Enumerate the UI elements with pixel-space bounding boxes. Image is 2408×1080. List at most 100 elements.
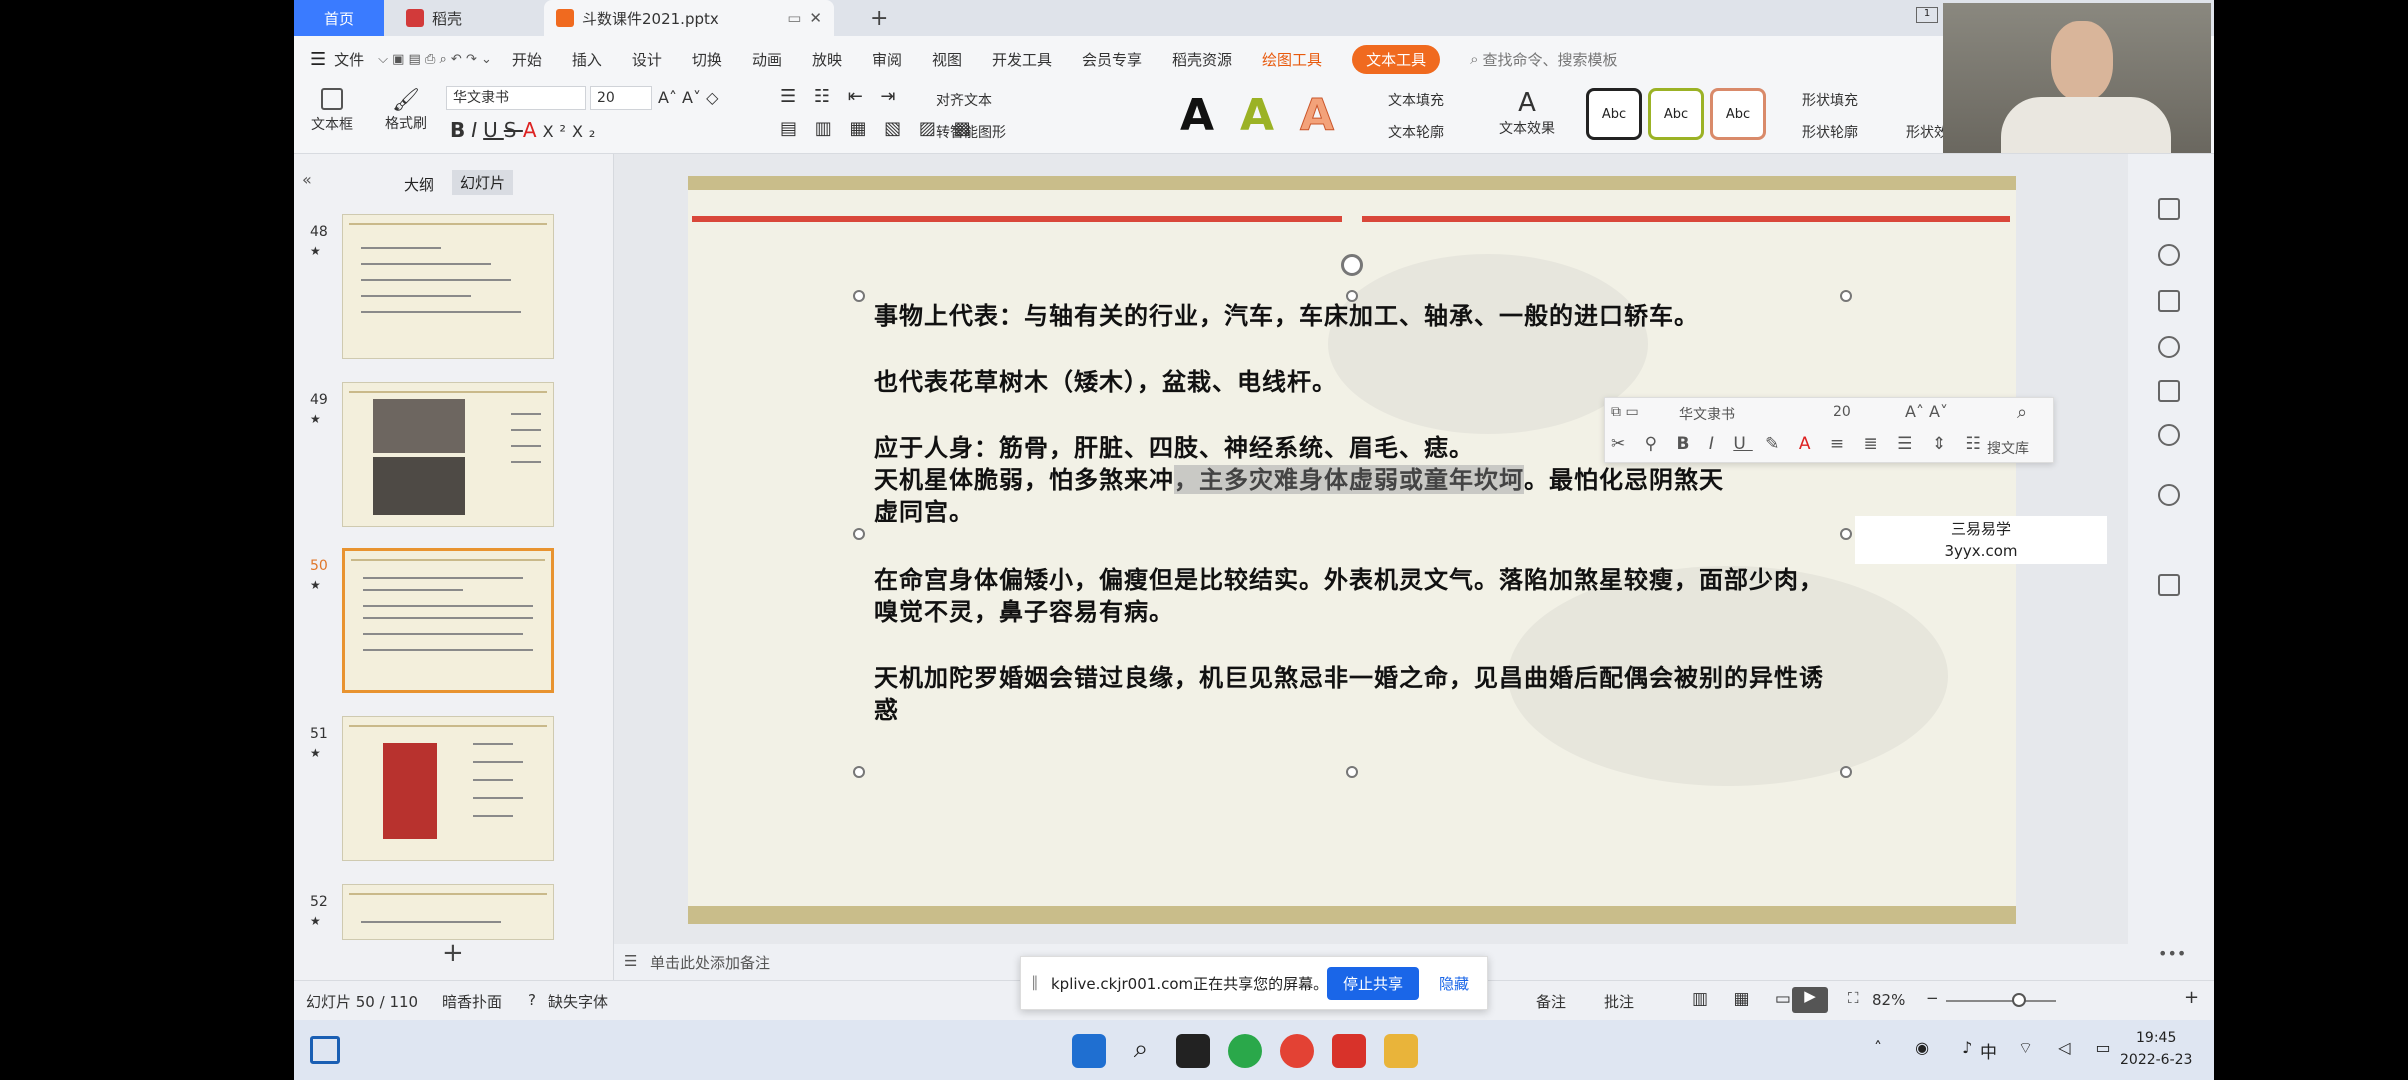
wechat-icon[interactable] xyxy=(1228,1034,1262,1068)
superscript-button[interactable]: X² xyxy=(543,122,572,141)
menu-developer[interactable]: 开发工具 xyxy=(992,49,1052,70)
properties-icon[interactable] xyxy=(2158,198,2180,220)
fit-window-icon[interactable]: ⛶ xyxy=(1848,989,1859,1007)
notes-placeholder[interactable]: 单击此处添加备注 xyxy=(650,952,770,973)
shape-style-2[interactable]: Abc xyxy=(1648,88,1704,140)
menu-start[interactable]: 开始 xyxy=(512,49,542,70)
ime-indicator[interactable]: 中 xyxy=(1980,1038,1997,1063)
missing-font-icon[interactable]: ? xyxy=(528,991,536,1009)
slide-text-line[interactable]: 也代表花草树木（矮木），盆栽、电线杆。 xyxy=(874,366,1834,398)
hamburger-icon[interactable]: ☰ xyxy=(310,49,326,70)
resize-handle[interactable] xyxy=(1840,766,1852,778)
slide-thumbnail[interactable] xyxy=(342,382,554,527)
textbox-button[interactable]: 文本框 xyxy=(304,88,360,134)
slide-text-paragraph[interactable]: 在命宫身体偏矮小，偏瘦但是比较结实。外表机灵文气。落陷加煞星较瘦，面部少肉，嗅觉… xyxy=(874,564,1834,628)
new-tab-button[interactable]: + xyxy=(858,0,900,36)
font-select[interactable]: 华文隶书 xyxy=(446,86,586,110)
mini-size-select[interactable]: 20 xyxy=(1833,404,1893,420)
magic-icon[interactable] xyxy=(2158,244,2180,266)
location-icon[interactable] xyxy=(2158,424,2180,446)
tab-home[interactable]: 首页 xyxy=(294,0,384,36)
shape-style-1[interactable]: Abc xyxy=(1586,88,1642,140)
menu-daoke-resources[interactable]: 稻壳资源 xyxy=(1172,49,1232,70)
italic-button[interactable]: I xyxy=(471,118,483,142)
rotate-handle-icon[interactable] xyxy=(1341,254,1363,276)
play-slideshow-icon[interactable]: ▶ xyxy=(1792,987,1828,1013)
mini-format-buttons[interactable]: ✂ ⚲ B I U ✎ A ≡ ≣ ☰ ⇕ ☷ xyxy=(1611,434,1988,454)
help-icon[interactable] xyxy=(2158,336,2180,358)
tools-icon[interactable] xyxy=(2158,484,2180,506)
tab-slides[interactable]: 幻灯片 xyxy=(452,170,514,195)
menu-member[interactable]: 会员专享 xyxy=(1082,49,1142,70)
list-buttons[interactable]: ☰ ☷ ⇤ ⇥ xyxy=(780,86,902,107)
file-explorer-icon[interactable] xyxy=(1384,1034,1418,1068)
hide-share-button[interactable]: 隐藏 xyxy=(1439,973,1469,994)
start-icon[interactable] xyxy=(1072,1034,1106,1068)
mini-font-select[interactable]: 华文隶书 xyxy=(1679,404,1819,424)
view-mode-icons[interactable]: ▥ ▦ ▭ xyxy=(1692,989,1801,1009)
stop-share-button[interactable]: 停止共享 xyxy=(1327,967,1420,1000)
slide-thumbnail[interactable] xyxy=(342,716,554,861)
tray-icons[interactable]: ˄ ◉ ♪ xyxy=(1874,1038,1986,1057)
menu-file[interactable]: 文件 xyxy=(334,49,364,70)
mini-search-library[interactable]: 搜文库 xyxy=(1987,438,2029,458)
drag-handle-icon[interactable]: ∥ xyxy=(1031,973,1039,991)
resize-handle[interactable] xyxy=(1840,528,1852,540)
comment-toggle[interactable]: 批注 xyxy=(1604,991,1634,1012)
wps-icon[interactable] xyxy=(1332,1034,1366,1068)
slide-text-paragraph[interactable]: 天机加陀罗婚姻会错过良缘，机巨见煞忌非一婚之命，见昌曲婚后配偶会被别的异性诱惑 xyxy=(874,662,1834,726)
format-painter-button[interactable]: 🖌 格式刷 xyxy=(378,88,434,133)
font-style-buttons[interactable]: BIUSAX²X₂ xyxy=(450,118,601,142)
slide-text-line[interactable]: 事物上代表：与轴有关的行业，汽车，车床加工、轴承、一般的进口轿车。 xyxy=(874,300,1834,332)
tab-close-icon[interactable]: ✕ xyxy=(809,9,822,27)
text-fill-button[interactable]: 文本填充 xyxy=(1388,90,1444,110)
resize-handle[interactable] xyxy=(1840,290,1852,302)
smart-shape-button[interactable]: 转智能图形 xyxy=(936,122,1006,142)
slide-text-paragraph[interactable]: 天机星体脆弱，怕多煞来冲，主多灾难身体虚弱或童年坎坷。最怕化忌阴煞天 虚同宫。 xyxy=(874,464,1834,528)
zoom-slider[interactable] xyxy=(1946,1000,2056,1002)
subscript-button[interactable]: X₂ xyxy=(572,122,601,141)
widgets-icon[interactable] xyxy=(310,1036,340,1064)
menu-design[interactable]: 设计 xyxy=(632,49,662,70)
tab-pin-icon[interactable]: ▭ xyxy=(787,9,801,27)
mini-search-library-icon[interactable]: ⌕ xyxy=(2017,402,2027,423)
menu-slideshow[interactable]: 放映 xyxy=(812,49,842,70)
clock-time[interactable]: 19:45 xyxy=(2136,1030,2176,1046)
zoom-out-icon[interactable]: − xyxy=(1926,989,1939,1007)
menu-text-tools[interactable]: 文本工具 xyxy=(1352,44,1441,74)
font-grow-shrink-icons[interactable]: A˄ A˅ ◇ xyxy=(658,88,718,107)
shape-style-3[interactable]: Abc xyxy=(1710,88,1766,140)
zoom-in-icon[interactable]: + xyxy=(2184,987,2199,1008)
command-search[interactable]: 查找命令、搜索模板 xyxy=(1482,49,1617,70)
resize-handle[interactable] xyxy=(853,766,865,778)
underline-button[interactable]: U xyxy=(483,118,504,142)
text-style-green[interactable]: A xyxy=(1240,90,1274,141)
theme-name[interactable]: 暗香扑面 xyxy=(442,991,502,1012)
clock-date[interactable]: 2022-6-23 xyxy=(2120,1052,2192,1068)
quick-access-icons[interactable]: ⌵ ▣ ▤ ⎙ ⌕ ↶ ↷ ⌄ xyxy=(378,52,492,67)
tab-daoke[interactable]: 稻壳 xyxy=(394,0,534,36)
text-outline-button[interactable]: 文本轮廓 xyxy=(1388,122,1444,142)
tab-outline[interactable]: 大纲 xyxy=(404,174,434,195)
menu-draw-tools[interactable]: 绘图工具 xyxy=(1262,49,1322,70)
menu-view[interactable]: 视图 xyxy=(932,49,962,70)
search-icon[interactable]: ⌕ xyxy=(1124,1034,1158,1068)
zoom-level[interactable]: 82% xyxy=(1872,991,1905,1009)
shape-fill-button[interactable]: 形状填充 xyxy=(1802,90,1858,110)
text-style-black[interactable]: A xyxy=(1180,90,1214,141)
resize-handle[interactable] xyxy=(1346,766,1358,778)
more-icon[interactable]: ••• xyxy=(2158,944,2186,963)
mini-grow-shrink-icons[interactable]: A˄ A˅ xyxy=(1905,402,1948,421)
slides-icon[interactable] xyxy=(2158,290,2180,312)
window-icon[interactable]: 1 xyxy=(1916,7,1938,23)
task-view-icon[interactable] xyxy=(1176,1034,1210,1068)
menu-transition[interactable]: 切换 xyxy=(692,49,722,70)
missing-font[interactable]: 缺失字体 xyxy=(548,991,608,1012)
font-color-button[interactable]: A xyxy=(523,118,543,142)
menu-animation[interactable]: 动画 xyxy=(752,49,782,70)
tab-document[interactable]: 斗数课件2021.pptx ▭ ✕ xyxy=(544,0,834,36)
text-style-orange[interactable]: A xyxy=(1299,90,1334,142)
copy-icon[interactable]: ⧉ ▭ xyxy=(1611,404,1639,420)
zoom-slider-handle[interactable] xyxy=(2012,993,2026,1007)
resize-handle[interactable] xyxy=(853,290,865,302)
